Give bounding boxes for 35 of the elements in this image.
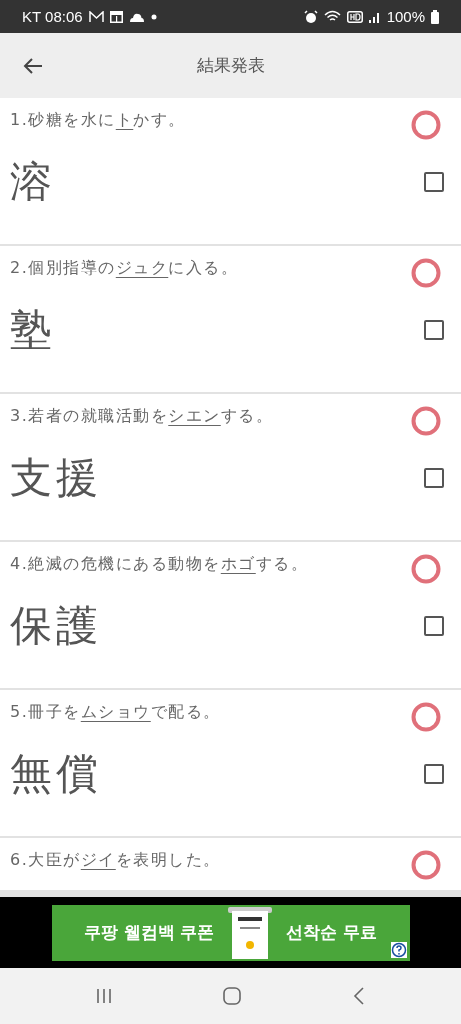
- question-text: 5.冊子を ムショウ で配る。: [10, 702, 221, 723]
- battery-icon: [431, 9, 439, 24]
- question-text: 2.個別指導の ジュク に入る。: [10, 258, 239, 279]
- checkbox[interactable]: [424, 616, 444, 636]
- answer-kanji: 塾: [10, 304, 56, 356]
- question-text: 3.若者の就職活動を シエンする。: [10, 406, 274, 427]
- help-icon[interactable]: [390, 941, 407, 958]
- signal-icon: [368, 10, 381, 23]
- recent-apps-icon: [94, 987, 113, 1005]
- screen-title: 結果発表: [196, 54, 265, 77]
- ad-banner[interactable]: 쿠팡 웰컴백 쿠폰 선착순 무료: [51, 904, 410, 961]
- battery-percent: 100%: [386, 8, 425, 25]
- answer-kanji: 保護: [10, 600, 102, 652]
- question-text: 6.大臣が ジイ を表明した。: [10, 850, 221, 871]
- checkbox[interactable]: [424, 468, 444, 488]
- cloud-icon: [128, 11, 145, 22]
- ad-text: 선착순 무료: [286, 921, 378, 944]
- checkbox[interactable]: [424, 172, 444, 192]
- hd-icon: [346, 10, 363, 23]
- answer-kanji: 無償: [10, 748, 102, 800]
- dot-icon: [150, 13, 157, 20]
- mail-icon: [88, 10, 104, 23]
- back-icon: [352, 986, 367, 1006]
- answer-kanji: 支援: [10, 452, 102, 504]
- wifi-icon: [323, 10, 341, 23]
- checkbox[interactable]: [424, 764, 444, 784]
- question-text: 4.絶滅の危機にある動物を ホゴする。: [10, 554, 309, 575]
- status-time: KT 08:06: [22, 8, 83, 25]
- answer-kanji: 溶: [10, 156, 56, 208]
- alarm-icon: [303, 9, 318, 24]
- question-text: 1.砂糖を水に ト かす。: [10, 110, 186, 131]
- home-icon: [222, 986, 243, 1006]
- checkbox[interactable]: [424, 320, 444, 340]
- calendar-icon: [109, 10, 123, 23]
- ad-text: 쿠팡 웰컴백 쿠폰: [83, 921, 215, 944]
